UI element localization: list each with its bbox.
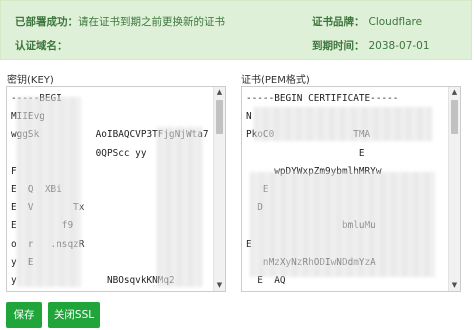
cert-brand-label: 证书品牌： <box>312 16 365 28</box>
deploy-status-value: 请在证书到期之前更换新的证书 <box>78 16 225 28</box>
cert-domain: 认证域名： <box>15 38 68 53</box>
cert-line: -----BEGIN CERTIFICATE----- <box>246 93 399 104</box>
cert-scrollbar[interactable]: ▲ ▼ <box>448 87 460 291</box>
cert-expiry-label: 到期时间： <box>312 40 365 52</box>
key-redaction-mask <box>157 127 202 287</box>
ssl-status-panel: 已部署成功：请在证书到期之前更换新的证书 认证域名： 证书品牌： Cloudfla… <box>0 0 472 60</box>
deploy-status: 已部署成功：请在证书到期之前更换新的证书 <box>15 14 225 29</box>
key-redaction-mask <box>17 97 81 287</box>
key-line: r bkcKF1 <box>11 290 208 291</box>
scroll-down-arrow-icon[interactable]: ▼ <box>449 280 460 291</box>
cert-expiry-value: 2038-07-01 <box>368 40 430 52</box>
cert-redaction-mask <box>254 107 432 141</box>
scroll-down-arrow-icon[interactable]: ▼ <box>214 280 225 291</box>
ssl-settings-panel: 已部署成功：请在证书到期之前更换新的证书 认证域名： 证书品牌： Cloudfla… <box>0 0 474 330</box>
close-ssl-button[interactable]: 关闭SSL <box>48 302 100 328</box>
cert-brand-value: Cloudflare <box>368 16 423 28</box>
cert-scroll-thumb[interactable] <box>451 100 458 134</box>
deploy-status-label: 已部署成功： <box>15 16 78 28</box>
cert-brand: 证书品牌： Cloudflare <box>312 14 422 29</box>
scroll-up-arrow-icon[interactable]: ▲ <box>449 87 460 98</box>
cert-line: E <box>246 147 365 159</box>
private-key-label: 密钥(KEY) <box>7 75 54 86</box>
cert-redaction-mask <box>250 172 435 277</box>
private-key-textarea[interactable]: -----BEGIMIIEvgwggSk AoIBAQCVP3TFjgNjWta… <box>6 86 226 292</box>
cert-domain-label: 认证域名： <box>15 40 68 52</box>
certificate-label: 证书(PEM格式) <box>241 75 310 86</box>
save-button[interactable]: 保存 <box>6 302 42 328</box>
scroll-up-arrow-icon[interactable]: ▲ <box>214 87 225 98</box>
certificate-textarea[interactable]: -----BEGIN CERTIFICATE-----NPkoC0 TMA E … <box>241 86 461 292</box>
cert-expiry: 到期时间： 2038-07-01 <box>312 38 430 53</box>
key-scroll-thumb[interactable] <box>216 100 223 134</box>
cert-line <box>246 290 443 291</box>
key-scrollbar[interactable]: ▲ ▼ <box>213 87 225 291</box>
